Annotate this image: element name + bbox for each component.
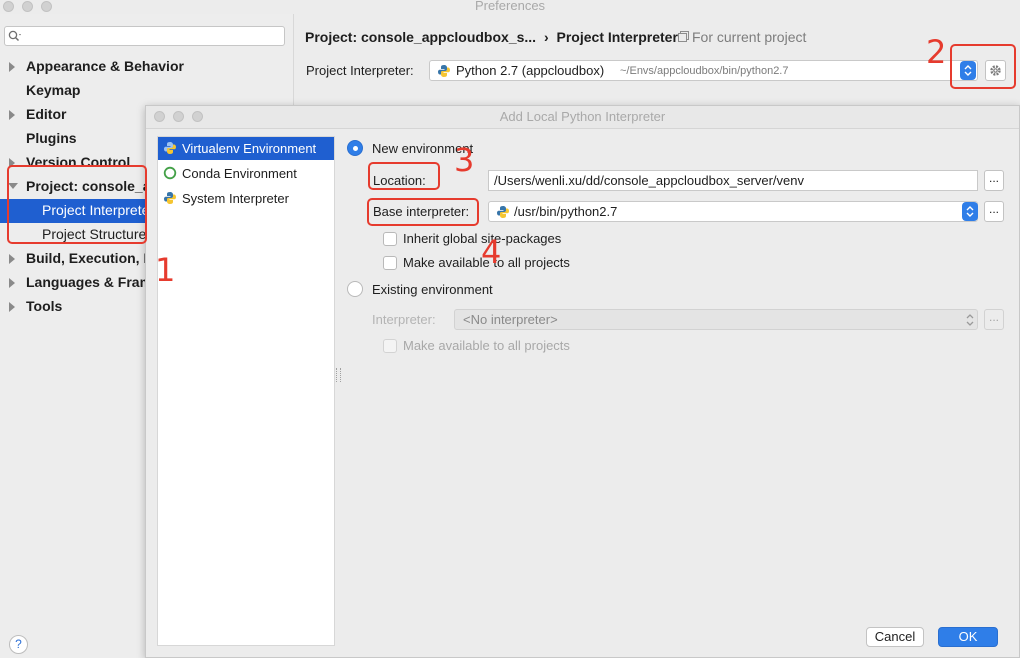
project-interpreter-label: Project Interpreter: [306, 63, 414, 78]
expand-arrow-icon[interactable] [9, 62, 15, 72]
annotation-number-4: 4 [481, 233, 502, 271]
breadcrumb: Project: console_appcloudbox_s... › Proj… [305, 29, 678, 45]
project-interpreter-value: Python 2.7 (appcloudbox) [456, 63, 605, 78]
interpreter-value: <No interpreter> [463, 312, 558, 327]
interpreter-label: Interpreter: [372, 312, 436, 327]
interpreter-select-disabled[interactable]: <No interpreter> [454, 309, 978, 330]
expand-arrow-icon[interactable] [9, 254, 15, 264]
env-item-label: Virtualenv Environment [182, 141, 317, 156]
env-item-conda[interactable]: Conda Environment [158, 162, 334, 185]
annotation-box-location [368, 162, 440, 190]
make-available-disabled-checkbox[interactable] [383, 339, 397, 353]
ok-button[interactable]: OK [938, 627, 998, 647]
interpreter-browse-button[interactable]: ... [984, 309, 1004, 330]
sidebar-item-languages[interactable]: Languages & Fram [26, 274, 152, 290]
conda-icon [163, 166, 177, 180]
annotation-number-3: 3 [454, 141, 475, 179]
updown-chevron-icon [966, 206, 974, 217]
dialog-close-button[interactable] [154, 111, 165, 122]
window-title: Preferences [474, 0, 546, 13]
annotation-box-sidebar [7, 165, 147, 244]
base-interpreter-value: /usr/bin/python2.7 [514, 204, 618, 219]
dialog-minimize-button[interactable] [173, 111, 184, 122]
settings-search-input[interactable] [4, 26, 285, 46]
inherit-packages-checkbox[interactable] [383, 232, 397, 246]
project-interpreter-path: ~/Envs/appcloudbox/bin/python2.7 [620, 65, 789, 77]
location-input[interactable]: /Users/wenli.xu/dd/console_appcloudbox_s… [488, 170, 978, 191]
sidebar-item-keymap[interactable]: Keymap [26, 82, 80, 98]
search-icon [8, 30, 21, 42]
new-environment-radio[interactable] [347, 140, 363, 156]
make-available-checkbox[interactable] [383, 256, 397, 270]
sidebar-item-plugins[interactable]: Plugins [26, 130, 77, 146]
sidebar-item-tools[interactable]: Tools [26, 298, 62, 314]
breadcrumb-project[interactable]: Project: console_appcloudbox_s... [305, 29, 536, 45]
base-interpreter-stepper[interactable] [962, 202, 978, 221]
python-icon [164, 192, 176, 204]
expand-arrow-icon[interactable] [9, 110, 15, 120]
python-icon [164, 142, 176, 154]
sidebar-item-editor[interactable]: Editor [26, 106, 66, 122]
dialog-title-bar: Add Local Python Interpreter [146, 106, 1019, 129]
make-available-disabled-label: Make available to all projects [403, 338, 570, 353]
annotation-box-base-interpreter [367, 198, 479, 226]
copy-scope-icon [678, 31, 689, 42]
env-item-label: System Interpreter [182, 191, 289, 206]
updown-chevron-icon [966, 314, 974, 326]
expand-arrow-icon[interactable] [9, 278, 15, 288]
add-interpreter-dialog: Add Local Python Interpreter Virtualenv … [145, 105, 1020, 658]
project-interpreter-select[interactable]: Python 2.7 (appcloudbox) ~/Envs/appcloud… [429, 60, 978, 81]
help-button[interactable]: ? [9, 635, 28, 654]
dialog-zoom-button[interactable] [192, 111, 203, 122]
sidebar-item-build[interactable]: Build, Execution, D [26, 250, 154, 266]
window-title-bar: Preferences [0, 0, 1020, 14]
page-title: Project Interpreter [556, 29, 678, 45]
environment-type-list: Virtualenv Environment Conda Environment… [157, 136, 335, 646]
env-item-label: Conda Environment [182, 166, 297, 181]
existing-environment-label: Existing environment [372, 282, 493, 297]
splitter-handle[interactable] [336, 368, 341, 382]
dialog-title: Add Local Python Interpreter [499, 109, 666, 124]
annotation-number-2: 2 [926, 33, 947, 71]
location-browse-button[interactable]: ... [984, 170, 1004, 191]
base-interpreter-select[interactable]: /usr/bin/python2.7 [488, 201, 978, 222]
annotation-number-1: 1 [155, 251, 176, 289]
cancel-button[interactable]: Cancel [866, 627, 924, 647]
close-window-button[interactable] [3, 1, 14, 12]
python-icon [497, 206, 509, 218]
existing-environment-radio[interactable] [347, 281, 363, 297]
annotation-box-settings [950, 44, 1016, 89]
minimize-window-button[interactable] [22, 1, 33, 12]
breadcrumb-separator: › [543, 29, 549, 45]
env-item-system[interactable]: System Interpreter [158, 187, 334, 210]
sidebar-item-appearance[interactable]: Appearance & Behavior [26, 58, 184, 74]
expand-arrow-icon[interactable] [9, 302, 15, 312]
base-interpreter-browse-button[interactable]: ... [984, 201, 1004, 222]
scope-label: For current project [692, 29, 807, 45]
env-item-virtualenv[interactable]: Virtualenv Environment [158, 137, 334, 160]
python-icon [438, 65, 450, 77]
zoom-window-button[interactable] [41, 1, 52, 12]
